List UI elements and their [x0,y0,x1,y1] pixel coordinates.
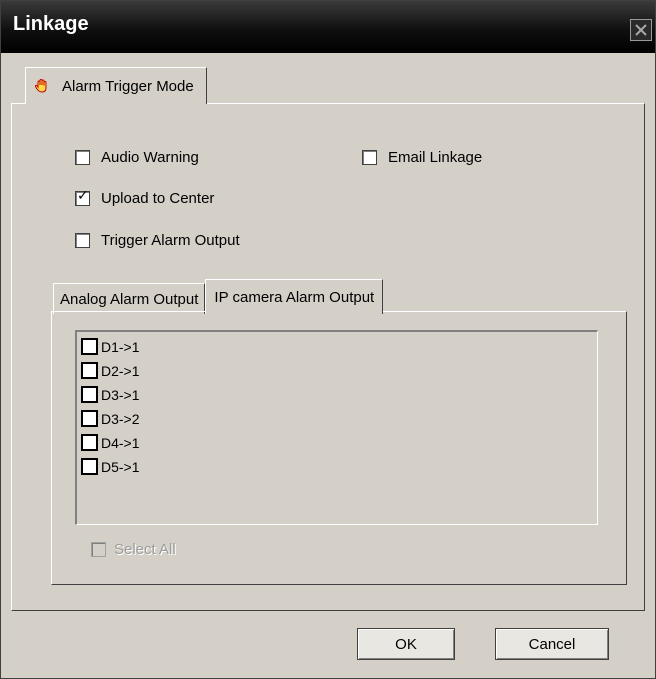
list-item[interactable]: D4->1 [81,434,140,451]
output-label: D3->2 [101,410,140,427]
output-label: D2->1 [101,362,140,379]
output-checkbox[interactable] [81,362,98,379]
close-icon [635,24,647,36]
output-label: D4->1 [101,434,140,451]
ok-button[interactable]: OK [357,628,455,660]
output-checkbox[interactable] [81,410,98,427]
select-all-checkbox[interactable] [91,542,106,557]
dialog-title: Linkage [13,13,89,35]
list-item[interactable]: D5->1 [81,458,140,475]
list-item[interactable]: D2->1 [81,362,140,379]
hand-icon [34,78,50,94]
output-checkbox[interactable] [81,338,98,355]
email-linkage-option[interactable]: Email Linkage [362,149,482,166]
linkage-dialog: Linkage Alarm Trigger Mode Audio Warning… [0,0,656,679]
cancel-button[interactable]: Cancel [495,628,609,660]
upload-to-center-checkbox[interactable] [75,188,90,206]
output-checkbox[interactable] [81,386,98,403]
list-item[interactable]: D3->1 [81,386,140,403]
trigger-alarm-output-label: Trigger Alarm Output [101,232,240,249]
tab-analog-alarm-output[interactable]: Analog Alarm Output [53,283,206,314]
tab-ip-camera-alarm-output[interactable]: IP camera Alarm Output [205,279,384,314]
output-label: D5->1 [101,458,140,475]
tab-label: Alarm Trigger Mode [62,77,194,95]
audio-warning-label: Audio Warning [101,149,199,166]
upload-to-center-option[interactable]: Upload to Center [75,188,215,207]
close-button[interactable] [630,19,652,41]
select-all-option[interactable]: Select All [91,541,176,558]
output-checkbox[interactable] [81,434,98,451]
tab-alarm-trigger-mode[interactable]: Alarm Trigger Mode [25,67,207,104]
audio-warning-checkbox[interactable] [75,150,90,165]
trigger-alarm-output-option[interactable]: Trigger Alarm Output [75,232,240,249]
upload-to-center-label: Upload to Center [101,190,215,207]
output-tabs: Analog Alarm Output IP camera Alarm Outp… [53,279,384,314]
title-bar[interactable]: Linkage [1,1,655,53]
list-item[interactable]: D1->1 [81,338,140,355]
output-label: D3->1 [101,386,140,403]
output-label: D1->1 [101,338,140,355]
email-linkage-label: Email Linkage [388,149,483,166]
output-list[interactable]: D1->1 D2->1 D3->1 D3->2 D4->1 D5->1 [75,330,598,525]
output-checkbox[interactable] [81,458,98,475]
select-all-label: Select All [114,541,176,558]
audio-warning-option[interactable]: Audio Warning [75,149,199,166]
trigger-alarm-output-checkbox[interactable] [75,233,90,248]
list-item[interactable]: D3->2 [81,410,140,427]
email-linkage-checkbox[interactable] [362,150,377,165]
